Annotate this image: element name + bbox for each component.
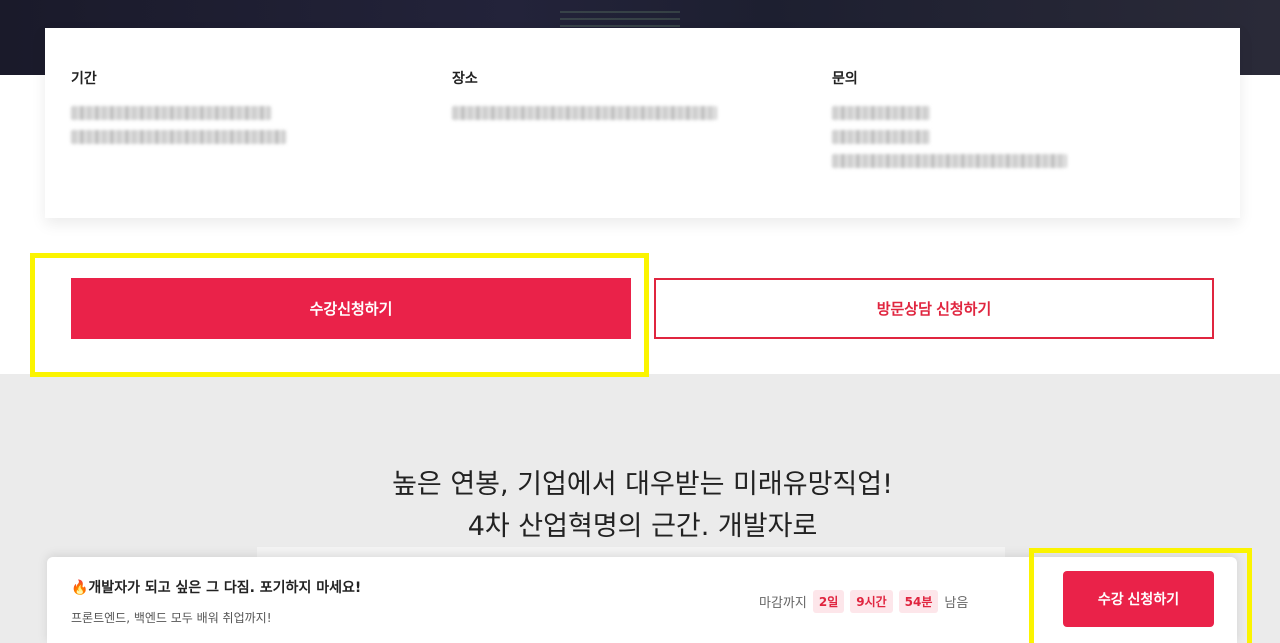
countdown-minutes: 54분 xyxy=(898,590,939,613)
place-column: 장소 xyxy=(452,68,717,120)
sticky-bar-title: 🔥개발자가 되고 싶은 그 다짐. 포기하지 마세요! xyxy=(71,580,362,596)
highlight-box-apply xyxy=(30,253,649,377)
redacted-text xyxy=(832,154,1067,168)
redacted-text xyxy=(71,130,286,144)
contact-redacted xyxy=(832,106,1067,168)
redacted-text xyxy=(71,106,271,120)
redacted-text xyxy=(452,106,717,120)
place-redacted xyxy=(452,106,717,120)
place-label: 장소 xyxy=(452,71,478,87)
contact-label: 문의 xyxy=(832,71,858,87)
countdown-hours: 9시간 xyxy=(850,590,893,613)
highlight-box-sticky-apply xyxy=(1029,548,1252,643)
period-column: 기간 xyxy=(71,68,286,144)
countdown-prefix: 마감까지 xyxy=(759,596,807,611)
visit-consultation-button[interactable]: 방문상담 신청하기 xyxy=(654,278,1214,339)
course-info-card: 기간 장소 문의 xyxy=(45,28,1240,218)
promo-headline-line1: 높은 연봉, 기업에서 대우받는 미래유망직업! xyxy=(392,469,893,500)
period-label: 기간 xyxy=(71,71,97,87)
deadline-countdown: 마감까지 2일 9시간 54분 남음 xyxy=(759,590,968,613)
sticky-bar-subtitle: 프론트엔드, 백엔드 모두 배워 취업까지! xyxy=(71,611,272,625)
countdown-days: 2일 xyxy=(812,590,845,613)
contact-column: 문의 xyxy=(832,68,1067,168)
period-redacted xyxy=(71,106,286,144)
redacted-text xyxy=(832,130,930,144)
promo-headline-line2: 4차 산업혁명의 근간. 개발자로 xyxy=(467,511,818,542)
redacted-text xyxy=(832,106,930,120)
countdown-suffix: 남음 xyxy=(944,596,969,611)
